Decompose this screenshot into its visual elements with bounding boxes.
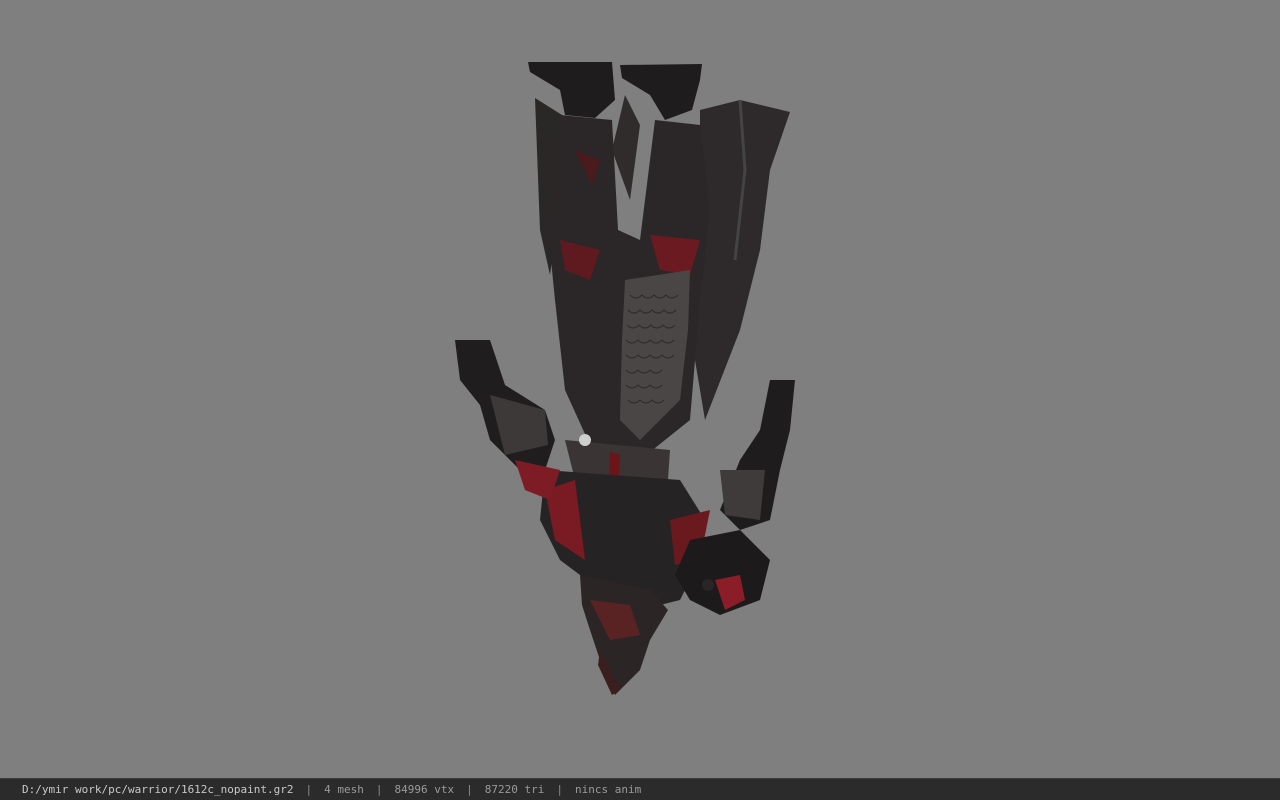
file-path-label: D:/ymir work/pc/warrior/1612c_nopaint.gr… xyxy=(22,783,294,796)
vertex-count-label: 84996 vtx xyxy=(394,783,455,796)
cape-shape xyxy=(690,100,790,420)
status-bar: D:/ymir work/pc/warrior/1612c_nopaint.gr… xyxy=(0,778,1280,800)
mesh-count-label: 4 mesh xyxy=(324,783,364,796)
status-separator: | xyxy=(466,783,473,796)
status-separator: | xyxy=(556,783,563,796)
animation-label: nincs anim xyxy=(575,783,642,796)
3d-viewport[interactable] xyxy=(0,0,1280,778)
status-separator: | xyxy=(305,783,313,796)
triangle-count-label: 87220 tri xyxy=(484,783,545,796)
status-separator: | xyxy=(375,783,383,796)
warrior-model xyxy=(455,62,795,695)
